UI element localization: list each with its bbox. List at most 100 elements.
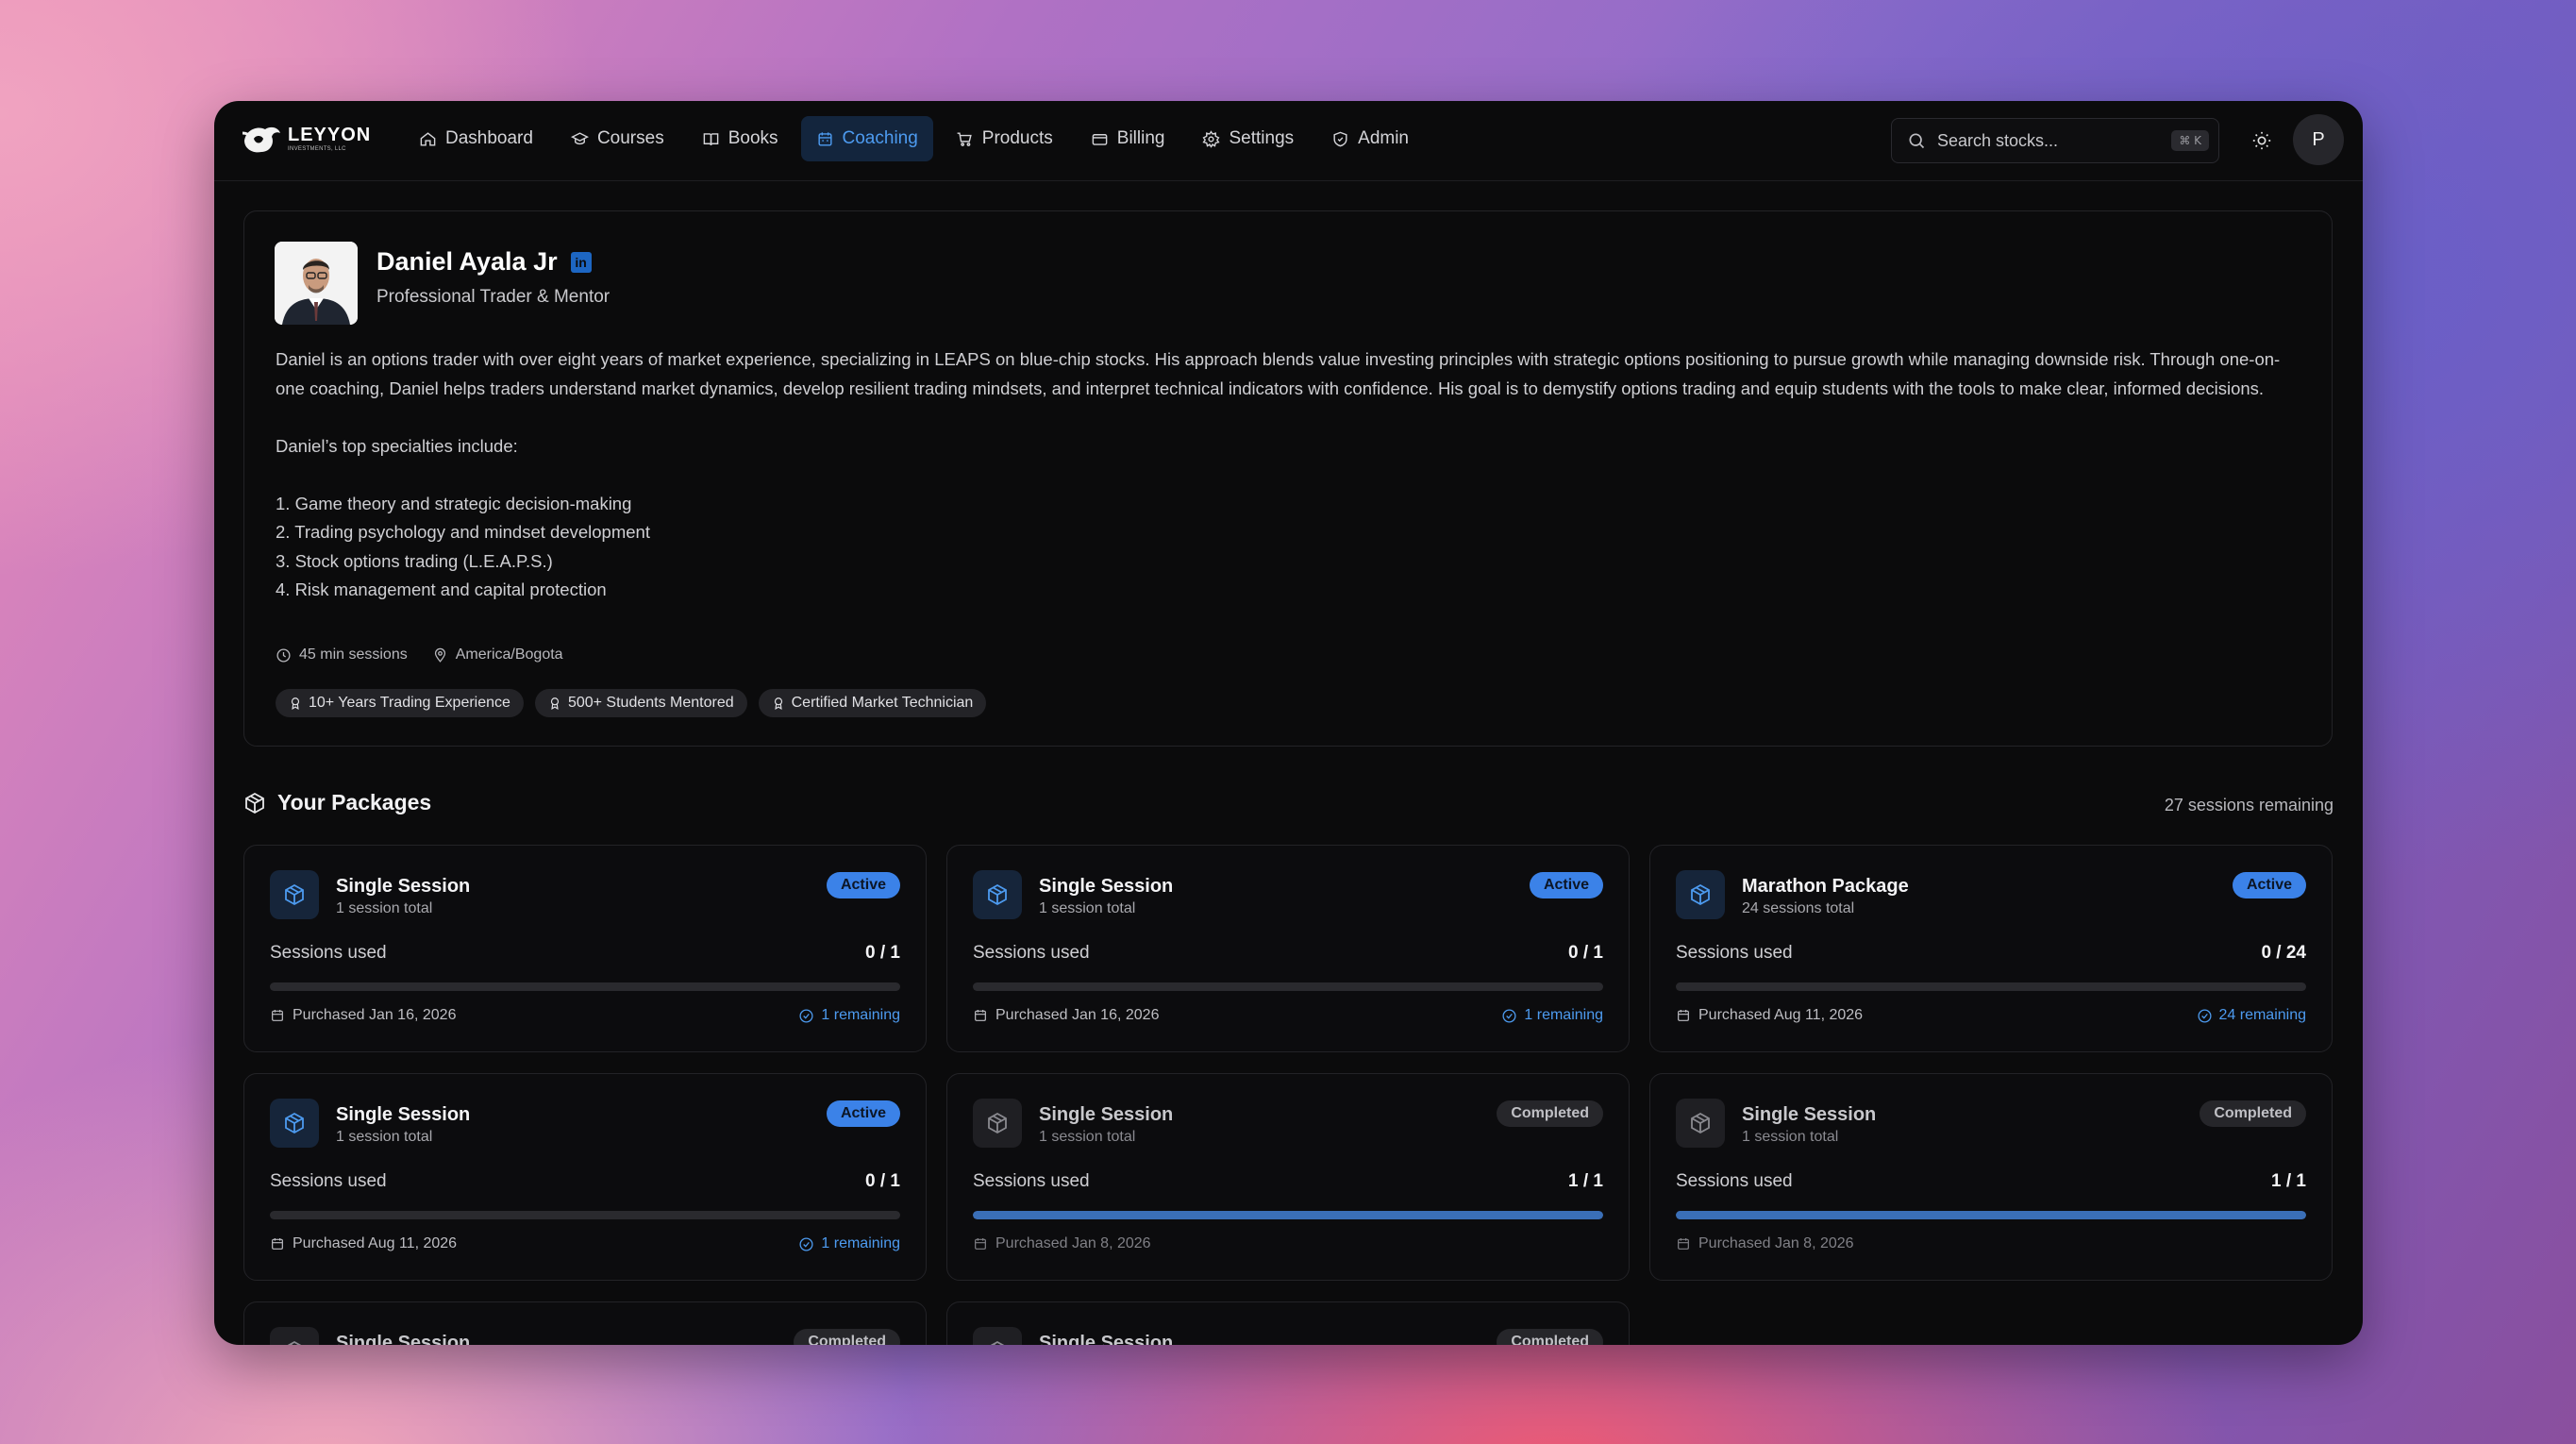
package-icon xyxy=(988,883,1007,906)
nav-label: Settings xyxy=(1229,128,1295,148)
status-badge: Active xyxy=(826,872,900,898)
remaining-text: 1 remaining xyxy=(821,1235,900,1251)
remaining-text: 1 remaining xyxy=(821,1007,900,1023)
package-icon-tile xyxy=(1676,1099,1725,1148)
book-icon xyxy=(703,132,719,145)
nav-label: Admin xyxy=(1358,128,1409,148)
sessions-used-label: Sessions used xyxy=(1676,943,1793,963)
search-icon xyxy=(1909,133,1925,149)
sessions-used-label: Sessions used xyxy=(270,943,387,963)
nav-admin[interactable]: Admin xyxy=(1316,116,1424,161)
sessions-remaining-total: 27 sessions remaining xyxy=(2164,796,2333,814)
bull-logo-icon xyxy=(242,126,280,153)
sessions-progress-bar xyxy=(973,982,1603,991)
graduation-cap-icon xyxy=(570,131,589,144)
purchase-date-text: Purchased Aug 11, 2026 xyxy=(1698,1007,1864,1023)
session-meta: 45 min sessions America/Bogota xyxy=(276,646,563,663)
package-title: Single Session xyxy=(336,876,471,897)
user-avatar[interactable]: P xyxy=(2293,114,2344,165)
calendar-icon xyxy=(1678,1238,1689,1250)
award-icon xyxy=(550,697,560,710)
check-circle-icon xyxy=(2197,1008,2212,1023)
sessions-progress-bar xyxy=(270,1211,900,1219)
progress-fill xyxy=(973,1211,1603,1219)
package-subtitle: 1 session total xyxy=(1742,1129,1839,1145)
nav-label: Products xyxy=(981,128,1053,148)
package-title: Single Session xyxy=(1039,1104,1174,1125)
package-icon xyxy=(990,1340,1005,1345)
specialties-intro: Daniel’s top specialties include: xyxy=(276,435,518,456)
status-badge: Active xyxy=(1529,872,1603,898)
check-circle-icon xyxy=(799,1008,813,1023)
coach-profile-card: Daniel Ayala Jr in Professional Trader &… xyxy=(243,210,2333,747)
purchase-date: Purchased Jan 8, 2026 xyxy=(1676,1235,1854,1252)
nav-billing[interactable]: Billing xyxy=(1076,116,1180,161)
sessions-used-value: 0 / 1 xyxy=(865,1171,900,1191)
theme-toggle-button[interactable] xyxy=(2243,122,2281,160)
package-card[interactable]: Single Session 1 session total Completed Se… xyxy=(946,1073,1630,1281)
package-card[interactable]: Single Session Completed xyxy=(243,1301,927,1345)
gear-icon xyxy=(1202,129,1221,148)
package-card[interactable]: Marathon Package 24 sessions total Active S… xyxy=(1649,845,2333,1052)
credential-badges: 10+ Years Trading Experience 500+ Studen… xyxy=(276,689,987,717)
stock-search[interactable]: ⌘ K xyxy=(1891,118,2219,163)
package-icon xyxy=(287,1340,302,1345)
sessions-progress-bar xyxy=(1676,982,2306,991)
purchase-date: Purchased Aug 11, 2026 xyxy=(270,1235,457,1252)
package-card[interactable]: Single Session 1 session total Active Sessi… xyxy=(946,845,1630,1052)
package-icon-tile xyxy=(973,870,1022,919)
coach-portrait-image xyxy=(275,242,358,325)
sessions-used-value: 1 / 1 xyxy=(2271,1171,2306,1191)
remaining-text: 24 remaining xyxy=(2218,1007,2307,1023)
nav-products[interactable]: Products xyxy=(941,116,1068,161)
sessions-used-label: Sessions used xyxy=(973,1171,1090,1191)
package-title: Single Session xyxy=(336,1104,471,1125)
package-title: Single Session xyxy=(1039,876,1174,897)
nav-books[interactable]: Books xyxy=(687,116,794,161)
package-card[interactable]: Single Session Completed xyxy=(946,1301,1630,1345)
sessions-used-value: 0 / 1 xyxy=(1568,943,1603,963)
status-badge: Completed xyxy=(1497,1100,1603,1127)
search-input[interactable] xyxy=(1935,129,2172,152)
purchase-date-text: Purchased Jan 8, 2026 xyxy=(1698,1235,1854,1251)
nav-label: Books xyxy=(728,128,778,148)
credit-card-icon xyxy=(1092,133,1108,145)
package-card[interactable]: Single Session 1 session total Active Sessi… xyxy=(243,1073,927,1281)
sessions-used-value: 0 / 1 xyxy=(865,943,900,963)
package-icon xyxy=(285,1112,304,1134)
nav-dashboard[interactable]: Dashboard xyxy=(404,116,548,161)
linkedin-icon[interactable]: in xyxy=(570,251,592,273)
remaining-sessions: 1 remaining xyxy=(798,1007,900,1024)
remaining-sessions: 24 remaining xyxy=(2197,1007,2307,1024)
nav-settings[interactable]: Settings xyxy=(1187,116,1309,161)
brand-logo[interactable]: LEYYON INVESTMENTS, LLC xyxy=(241,120,371,158)
purchase-date-text: Purchased Aug 11, 2026 xyxy=(293,1235,458,1251)
nav-courses[interactable]: Courses xyxy=(556,116,679,161)
package-title: Single Session xyxy=(336,1333,471,1345)
nav-coaching[interactable]: Coaching xyxy=(800,116,933,161)
package-title: Single Session xyxy=(1742,1104,1877,1125)
home-icon xyxy=(420,131,436,146)
top-navigation: LEYYON INVESTMENTS, LLC Dashboard Course… xyxy=(214,101,2363,181)
calendar-icon xyxy=(272,1238,283,1250)
specialty-item: 1. Game theory and strategic decision-ma… xyxy=(276,493,632,513)
package-card[interactable]: Single Session 1 session total Completed Se… xyxy=(1649,1073,2333,1281)
package-card[interactable]: Single Session 1 session total Active Sessi… xyxy=(243,845,927,1052)
session-length: 45 min sessions xyxy=(299,646,408,663)
sessions-used-label: Sessions used xyxy=(270,1171,387,1191)
sessions-used-label: Sessions used xyxy=(973,943,1090,963)
package-icon xyxy=(245,792,264,814)
package-title: Marathon Package xyxy=(1742,876,1909,897)
package-icon-tile xyxy=(973,1099,1022,1148)
packages-grid: Single Session 1 session total Active Sessi… xyxy=(243,845,2333,1345)
nav-label: Dashboard xyxy=(445,128,533,148)
calendar-icon xyxy=(817,131,832,146)
search-shortcut: ⌘ K xyxy=(2171,130,2209,151)
sun-icon xyxy=(2252,131,2271,150)
packages-heading: Your Packages xyxy=(243,790,431,815)
purchase-date: Purchased Jan 8, 2026 xyxy=(973,1235,1151,1252)
badge-label: Certified Market Technician xyxy=(791,695,974,711)
coach-photo xyxy=(275,242,358,325)
bio-paragraph: Daniel is an options trader with over ei… xyxy=(276,349,2281,398)
calendar-icon xyxy=(1678,1010,1689,1021)
